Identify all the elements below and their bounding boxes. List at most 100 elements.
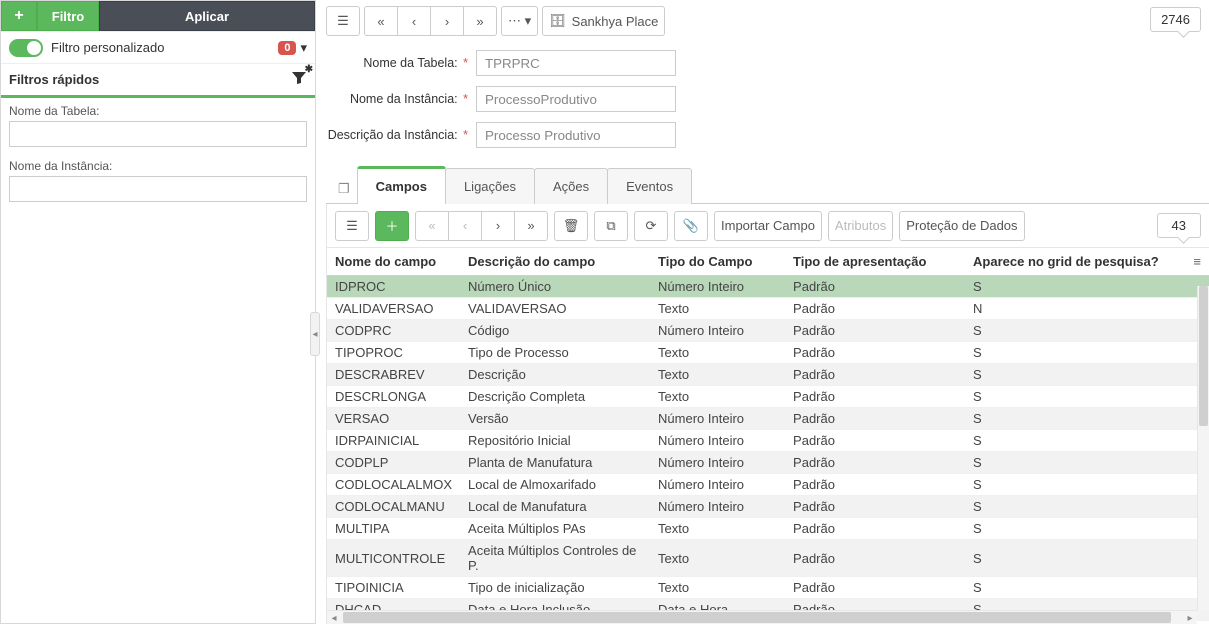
cell: Padrão <box>785 276 965 298</box>
form-table-input[interactable] <box>476 50 676 76</box>
table-row[interactable]: TIPOPROCTipo de ProcessoTextoPadrãoS <box>327 342 1209 364</box>
th-aparece[interactable]: Aparece no grid de pesquisa? <box>965 248 1185 276</box>
nav-first-button[interactable]: « <box>364 6 398 36</box>
protecao-dados-button[interactable]: Proteção de Dados <box>899 211 1024 241</box>
cell: S <box>965 540 1185 577</box>
cell: Texto <box>650 364 785 386</box>
cell: Padrão <box>785 320 965 342</box>
cell: Versão <box>460 408 650 430</box>
sidebar-collapse-handle[interactable]: ◂ <box>310 312 320 356</box>
field-nav-next[interactable]: › <box>481 211 515 241</box>
table-row[interactable]: CODPRCCódigoNúmero InteiroPadrãoS <box>327 320 1209 342</box>
nav-prev-button[interactable]: ‹ <box>397 6 431 36</box>
table-row[interactable]: DESCRLONGADescrição CompletaTextoPadrãoS <box>327 386 1209 408</box>
funnel-icon[interactable]: ✱ <box>291 70 307 89</box>
cell: Código <box>460 320 650 342</box>
table-row[interactable]: VERSAOVersãoNúmero InteiroPadrãoS <box>327 408 1209 430</box>
cell: Padrão <box>785 518 965 540</box>
field-nav-last[interactable]: » <box>514 211 548 241</box>
cell: N <box>965 298 1185 320</box>
more-actions-button[interactable]: ⋯ ▾ <box>501 6 538 36</box>
table-row[interactable]: TIPOINICIATipo de inicializaçãoTextoPadr… <box>327 577 1209 599</box>
cell: Local de Manufatura <box>460 496 650 518</box>
table-name-input[interactable] <box>9 121 307 147</box>
th-nome[interactable]: Nome do campo <box>327 248 460 276</box>
th-columns-menu[interactable]: ≡ <box>1185 248 1209 276</box>
nav-next-button[interactable]: › <box>430 6 464 36</box>
hscroll-left-arrow[interactable]: ◂ <box>327 611 341 624</box>
attachment-button[interactable]: 📎 <box>674 211 708 241</box>
list-view-button[interactable]: ☰ <box>335 211 369 241</box>
table-row[interactable]: MULTICONTROLEAceita Múltiplos Controles … <box>327 540 1209 577</box>
atributos-button[interactable]: Atributos <box>828 211 893 241</box>
nav-last-button[interactable]: » <box>463 6 497 36</box>
required-mark: * <box>463 128 468 142</box>
cell: Número Inteiro <box>650 430 785 452</box>
cell: Padrão <box>785 540 965 577</box>
table-row[interactable]: CODPLPPlanta de ManufaturaNúmero Inteiro… <box>327 452 1209 474</box>
cell: Número Inteiro <box>650 474 785 496</box>
cell: S <box>965 408 1185 430</box>
hscroll-right-arrow[interactable]: ▸ <box>1183 611 1197 624</box>
aplicar-button[interactable]: Aplicar <box>99 1 315 31</box>
form-desc-input[interactable] <box>476 122 676 148</box>
form-instance-input[interactable] <box>476 86 676 112</box>
cell: Descrição Completa <box>460 386 650 408</box>
vertical-scrollbar[interactable] <box>1197 286 1209 610</box>
table-row[interactable]: CODLOCALALMOXLocal de AlmoxarifadoNúmero… <box>327 474 1209 496</box>
required-mark: * <box>463 56 468 70</box>
add-filter-button[interactable]: + <box>1 1 37 31</box>
cell: TIPOINICIA <box>327 577 460 599</box>
cell: Tipo de inicialização <box>460 577 650 599</box>
vertical-scroll-thumb[interactable] <box>1199 286 1208 426</box>
add-field-button[interactable]: ＋ <box>375 211 409 241</box>
cell: IDRPAINICIAL <box>327 430 460 452</box>
grid-view-button[interactable]: ☰ <box>326 6 360 36</box>
tab-eventos[interactable]: Eventos <box>607 168 692 204</box>
field-nav-prev[interactable]: ‹ <box>448 211 482 241</box>
cell: Padrão <box>785 452 965 474</box>
personal-filter-toggle[interactable] <box>9 39 43 57</box>
fields-table: Nome do campo Descrição do campo Tipo do… <box>327 248 1209 624</box>
tab-campos[interactable]: Campos <box>357 166 446 204</box>
instance-name-input[interactable] <box>9 176 307 202</box>
th-tipo[interactable]: Tipo do Campo <box>650 248 785 276</box>
tab-ligacoes[interactable]: Ligações <box>445 168 535 204</box>
cell: S <box>965 276 1185 298</box>
copy-icon[interactable]: ❐ <box>330 175 358 203</box>
table-row[interactable]: VALIDAVERSAOVALIDAVERSAOTextoPadrãoN <box>327 298 1209 320</box>
horizontal-scroll-thumb[interactable] <box>343 612 1171 623</box>
table-row[interactable]: MULTIPAAceita Múltiplos PAsTextoPadrãoS <box>327 518 1209 540</box>
field-nav-first[interactable]: « <box>415 211 449 241</box>
cell: Aceita Múltiplos PAs <box>460 518 650 540</box>
instance-name-label: Nome da Instância: <box>9 159 307 173</box>
filtro-button[interactable]: Filtro <box>37 1 99 31</box>
importar-campo-button[interactable]: Importar Campo <box>714 211 822 241</box>
duplicate-button[interactable]: ⧉ <box>594 211 628 241</box>
cell: S <box>965 518 1185 540</box>
th-apresentacao[interactable]: Tipo de apresentação <box>785 248 965 276</box>
cell: Número Inteiro <box>650 408 785 430</box>
filter-count-badge: 0 <box>278 41 296 55</box>
cell: Número Inteiro <box>650 496 785 518</box>
table-row[interactable]: IDPROCNúmero ÚnicoNúmero InteiroPadrãoS <box>327 276 1209 298</box>
cell: Padrão <box>785 577 965 599</box>
table-row[interactable]: CODLOCALMANULocal de ManufaturaNúmero In… <box>327 496 1209 518</box>
chevron-down-icon[interactable]: ▾ <box>300 40 307 56</box>
cell: S <box>965 386 1185 408</box>
cell: IDPROC <box>327 276 460 298</box>
table-row[interactable]: DESCRABREVDescriçãoTextoPadrãoS <box>327 364 1209 386</box>
cell: Texto <box>650 342 785 364</box>
delete-button[interactable]: 🗑 <box>554 211 588 241</box>
table-row[interactable]: IDRPAINICIALRepositório InicialNúmero In… <box>327 430 1209 452</box>
th-descricao[interactable]: Descrição do campo <box>460 248 650 276</box>
refresh-button[interactable]: ⟳ <box>634 211 668 241</box>
cell: Número Inteiro <box>650 276 785 298</box>
sankhya-place-button[interactable]: 🗄 Sankhya Place <box>542 6 665 36</box>
tab-acoes[interactable]: Ações <box>534 168 608 204</box>
table-name-label: Nome da Tabela: <box>9 104 307 118</box>
personal-filter-label: Filtro personalizado <box>51 40 164 55</box>
cell: Número Único <box>460 276 650 298</box>
horizontal-scrollbar[interactable]: ◂ ▸ <box>327 610 1197 624</box>
cell: S <box>965 496 1185 518</box>
